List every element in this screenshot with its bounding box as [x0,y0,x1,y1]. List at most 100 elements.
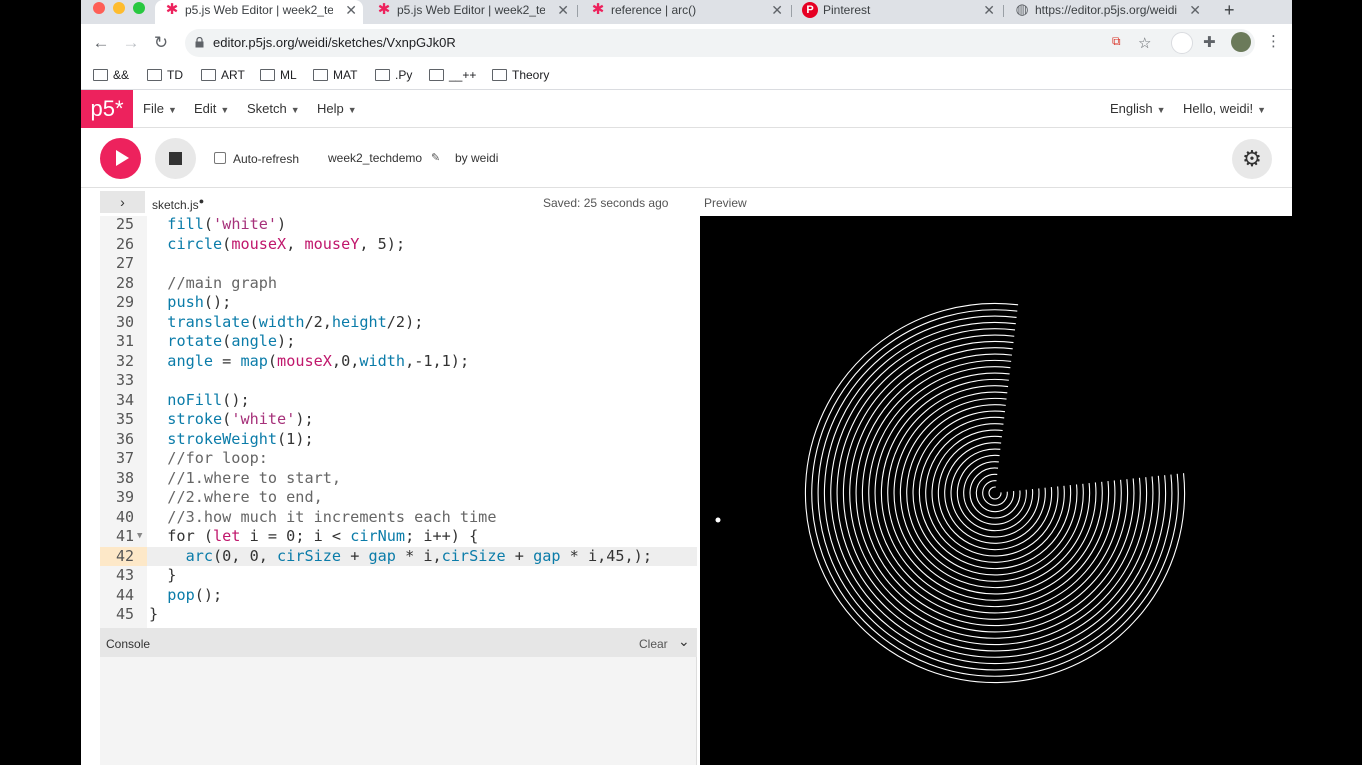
code-line[interactable]: 35 stroke('white'); [100,410,697,430]
fold-arrow-icon[interactable]: ▼ [137,527,142,547]
console-header: Console Clear ⌄ [100,628,697,657]
tab-p5-editor-1[interactable]: ✱ p5.js Web Editor | week2_tec ✕ [155,0,363,24]
menu-file[interactable]: File ▼ [143,101,177,116]
zoom-window-button[interactable] [133,2,145,14]
code-line[interactable]: 33 [100,371,697,391]
console-clear-button[interactable]: Clear [639,637,668,651]
menu-help[interactable]: Help ▼ [317,101,357,116]
bookmark-folder-1[interactable]: && [93,66,129,84]
stop-button[interactable] [155,138,196,179]
author-byline[interactable]: by weidi [455,151,498,165]
menu-label: Sketch [247,101,287,116]
gear-icon: ⚙ [1242,146,1262,171]
tab-editor-url[interactable]: ◍ https://editor.p5js.org/weidi/ ✕ [1005,0,1207,24]
bookmark-folder-2[interactable]: TD [147,66,183,84]
forward-button[interactable]: → [119,31,143,55]
code-line[interactable]: 28 //main graph [100,274,697,294]
p5-logo[interactable]: p5* [81,90,133,128]
close-tab-icon[interactable]: ✕ [771,0,783,20]
lock-icon [195,37,204,48]
code-editor[interactable]: 25 fill('white') 26 circle(mouseX, mouseY… [100,216,697,628]
code-text: //1.where to start, [167,468,342,487]
user-menu[interactable]: Hello, weidi! ▼ [1183,101,1266,116]
menu-edit[interactable]: Edit ▼ [194,101,229,116]
code-line[interactable]: 38 //1.where to start, [100,469,697,489]
code-line[interactable]: 31 rotate(angle); [100,332,697,352]
browser-window: ✱ p5.js Web Editor | week2_tec ✕ ✱ p5.js… [81,0,1292,765]
address-bar[interactable]: editor.p5js.org/weidi/sketches/VxnpGJk0R… [185,29,1255,57]
more-menu-icon[interactable]: ⋮ [1266,32,1281,50]
code-line[interactable]: 34 noFill(); [100,391,697,411]
bookmark-star-icon[interactable]: ☆ [1138,34,1151,52]
file-name-text: sketch.js [152,198,199,212]
play-icon [116,150,129,166]
pencil-icon[interactable]: ✎ [431,151,440,164]
bookmark-folder-8[interactable]: Theory [492,66,549,84]
bookmark-folder-7[interactable]: __++ [429,66,476,84]
sidebar-toggle-button[interactable]: › [100,191,145,213]
tab-separator [791,5,792,17]
play-button[interactable] [100,138,141,179]
bookmark-folder-5[interactable]: MAT [313,66,357,84]
bookmark-folder-3[interactable]: ART [201,66,245,84]
folder-icon [429,69,444,81]
project-name[interactable]: week2_techdemo [328,151,422,165]
arc-ring [842,340,1148,646]
chevron-down-icon: ▼ [220,105,230,115]
bookmark-label: Theory [512,68,550,82]
chevron-down-icon: ▼ [290,105,300,115]
reload-button[interactable]: ↻ [149,31,173,55]
close-window-button[interactable] [93,2,105,14]
auto-refresh-label: Auto-refresh [233,152,300,166]
code-line[interactable]: 30 translate(width/2,height/2); [100,313,697,333]
line-number: 27 [115,254,134,272]
code-line[interactable]: 42 arc(0, 0, cirSize + gap * i,cirSize +… [100,546,697,566]
tab-reference-arc[interactable]: ✱ reference | arc() ✕ [581,0,789,24]
menu-label: Help [317,101,344,116]
code-line[interactable]: 25 fill('white') [100,216,697,235]
close-tab-icon[interactable]: ✕ [557,0,569,20]
code-text: translate(width/2,height/2); [167,312,424,331]
code-line[interactable]: 37 //for loop: [100,449,697,469]
arc-ring [836,334,1154,652]
collapse-console-chevron-icon[interactable]: ⌄ [678,633,690,650]
close-tab-icon[interactable]: ✕ [1189,0,1201,20]
tab-p5-editor-2[interactable]: ✱ p5.js Web Editor | week2_tec ✕ [367,0,575,24]
sketch-toolbar: Auto-refresh week2_techdemo ✎ by weidi ⚙ [81,128,1292,188]
code-text: //for loop: [167,449,268,467]
sketch-canvas[interactable] [700,216,1292,765]
new-tab-button[interactable]: + [1224,0,1235,20]
minimize-window-button[interactable] [113,2,125,14]
code-line[interactable]: 45} [100,605,697,625]
menu-sketch[interactable]: Sketch ▼ [247,101,300,116]
code-line[interactable]: 40 //3.how much it increments each time [100,508,697,528]
bookmark-folder-6[interactable]: .Py [375,66,412,84]
language-menu[interactable]: English ▼ [1110,101,1166,116]
avatar[interactable] [1231,32,1251,52]
line-number: 43 [115,566,134,584]
back-button[interactable]: ← [89,31,113,55]
code-line[interactable]: 26 circle(mouseX, mouseY, 5); [100,235,697,255]
settings-button[interactable]: ⚙ [1232,139,1272,179]
sketch-preview[interactable] [700,216,1292,765]
close-tab-icon[interactable]: ✕ [345,0,357,20]
arc-ring [817,315,1173,671]
bookmark-label: && [113,68,130,82]
code-line[interactable]: 43 } [100,566,697,586]
arc-ring [811,309,1179,677]
profile-circle-icon[interactable] [1171,32,1193,54]
code-line[interactable]: 32 angle = map(mouseX,0,width,-1,1); [100,352,697,372]
code-line[interactable]: 44 pop(); [100,586,697,606]
bookmark-folder-4[interactable]: ML [260,66,297,84]
code-line[interactable]: 39 //2.where to end, [100,488,697,508]
code-line[interactable]: 29 push(); [100,293,697,313]
extensions-puzzle-icon[interactable]: ✚ [1203,33,1216,51]
code-line[interactable]: 41 for (let i = 0; i < cirNum; i++) {▼ [100,527,697,547]
auto-refresh-checkbox[interactable] [214,152,226,164]
line-number: 30 [115,312,134,331]
close-tab-icon[interactable]: ✕ [983,0,995,20]
code-line[interactable]: 36 strokeWeight(1); [100,430,697,450]
code-line[interactable]: 27 [100,254,697,274]
tab-pinterest[interactable]: P Pinterest ✕ [793,0,1001,24]
blocked-popup-icon[interactable]: ⧉ [1112,34,1121,49]
